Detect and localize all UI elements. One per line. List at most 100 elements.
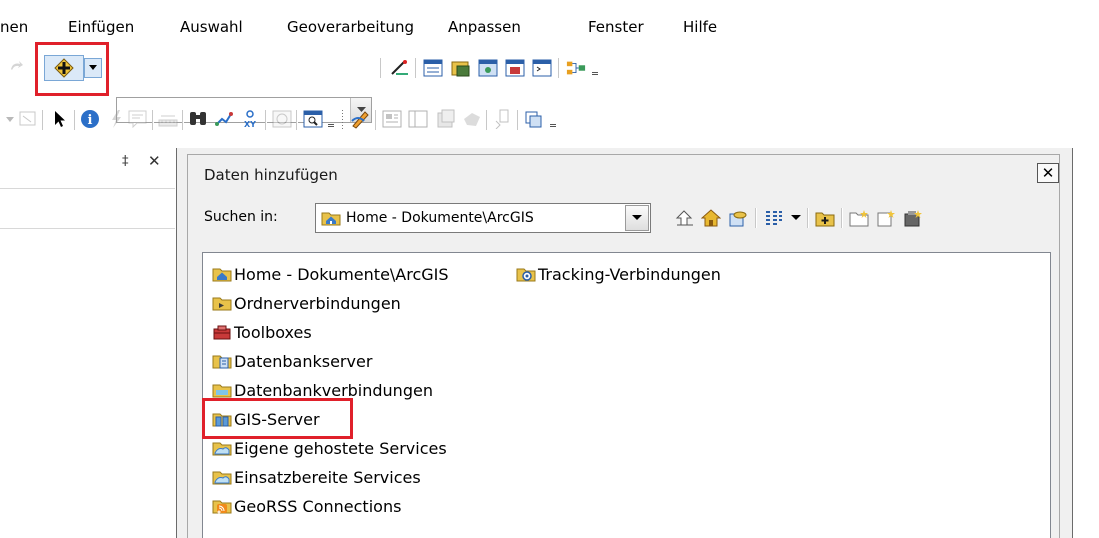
separator [558, 58, 560, 78]
close-icon[interactable]: ✕ [148, 152, 161, 170]
search-in-label: Suchen in: [204, 209, 278, 225]
tools-toolbar: i XY [0, 98, 1099, 148]
toolbar-grip[interactable] [328, 120, 334, 132]
location-combo[interactable]: Home - Dokumente\ArcGIS [315, 203, 651, 233]
select-elements-icon[interactable] [50, 109, 70, 129]
html-popup-icon[interactable] [128, 109, 148, 129]
create-viewer-window-icon[interactable] [303, 109, 323, 129]
list-item-label: Eigene gehostete Services [234, 438, 447, 458]
python-window-icon[interactable] [532, 58, 552, 78]
cut-icon[interactable] [493, 109, 513, 129]
list-item-label: GIS-Server [234, 409, 320, 429]
menu-item-anpassen[interactable]: Anpassen [448, 18, 521, 36]
add-data-dropdown[interactable] [84, 58, 102, 78]
search-window-icon[interactable] [478, 58, 498, 78]
menu-item-hilfe[interactable]: Hilfe [683, 18, 717, 36]
up-one-level-icon[interactable] [673, 207, 695, 229]
catalog-icon[interactable] [451, 58, 471, 78]
chevron-down-icon[interactable] [0, 110, 20, 130]
list-item-label: Tracking-Verbindungen [538, 264, 721, 284]
separator [182, 110, 184, 130]
clear-selection-icon[interactable] [18, 109, 38, 129]
tracking-connection-icon [516, 265, 536, 283]
add-data-dialog: Daten hinzufügen ✕ Suchen in: Home - Dok… [176, 148, 1073, 538]
panel-header: ‡ ✕ [0, 148, 175, 189]
time-slider-icon[interactable] [272, 109, 292, 129]
toolbar-grip[interactable] [550, 120, 556, 132]
separator [486, 110, 488, 130]
new-toolbox-icon[interactable] [902, 207, 924, 229]
hyperlink-icon[interactable] [106, 109, 126, 129]
list-item[interactable]: Datenbankserver [212, 349, 372, 373]
identify-icon[interactable]: i [80, 109, 100, 129]
chevron-down-icon[interactable] [625, 205, 649, 231]
go-to-xy-icon[interactable]: XY [240, 109, 260, 129]
home-folder-icon [321, 210, 341, 230]
list-item[interactable]: Tracking-Verbindungen [516, 262, 721, 286]
ready-services-icon [212, 468, 232, 486]
list-item[interactable]: Ordnerverbindungen [212, 291, 401, 315]
separator [841, 208, 843, 228]
measure-icon[interactable] [158, 109, 178, 129]
georeferencing-icon[interactable] [436, 109, 456, 129]
menu-item-fenster[interactable]: Fenster [588, 18, 644, 36]
database-connections-icon [212, 381, 232, 399]
toolboxes-home-icon[interactable] [727, 207, 749, 229]
list-item[interactable]: GeoRSS Connections [212, 494, 401, 518]
find-icon[interactable] [188, 109, 208, 129]
separator [517, 110, 519, 130]
separator [380, 58, 382, 78]
catalog-list[interactable]: Home - Dokumente\ArcGIS Tracking-Verbind… [202, 252, 1051, 538]
connect-to-folder-icon[interactable] [814, 207, 836, 229]
georss-icon [212, 497, 232, 515]
separator [265, 110, 267, 130]
panel-toolbar [0, 189, 175, 229]
dialog-close-button[interactable]: ✕ [1037, 163, 1059, 183]
menu-item-einfuegen[interactable]: Einfügen [68, 18, 134, 36]
redo-icon[interactable] [6, 56, 26, 76]
location-value: Home - Dokumente\ArcGIS [346, 210, 534, 226]
separator [42, 110, 44, 130]
list-item[interactable]: Einsatzbereite Services [212, 465, 421, 489]
svg-text:i: i [88, 113, 93, 128]
editor-sketch-icon[interactable] [350, 109, 370, 129]
table-of-contents-icon[interactable] [423, 58, 443, 78]
list-item[interactable]: Toolboxes [212, 320, 312, 344]
list-item-label: Toolboxes [234, 322, 312, 342]
toolbar-grip[interactable] [592, 68, 598, 80]
toolbox-icon [212, 323, 232, 341]
find-route-icon[interactable] [214, 109, 234, 129]
list-item-label: Einsatzbereite Services [234, 467, 421, 487]
pin-icon[interactable]: ‡ [122, 154, 129, 169]
add-data-button[interactable] [44, 55, 84, 81]
menu-item-partial[interactable]: nen [0, 18, 28, 36]
menu-item-geoverarbeitung[interactable]: Geoverarbeitung [287, 18, 414, 36]
layout-icon[interactable] [382, 109, 402, 129]
toolbar-handle[interactable] [342, 110, 343, 130]
home-folder-icon [212, 265, 232, 283]
list-item[interactable]: Home - Dokumente\ArcGIS [212, 262, 449, 286]
chevron-down-icon[interactable] [785, 207, 807, 229]
new-folder-icon[interactable] [848, 207, 870, 229]
editor-icon[interactable] [390, 58, 410, 78]
globe-icon[interactable] [462, 109, 482, 129]
separator [74, 110, 76, 130]
list-item-label: Ordnerverbindungen [234, 293, 401, 313]
modelbuilder-icon[interactable] [566, 58, 586, 78]
menu-item-auswahl[interactable]: Auswahl [180, 18, 243, 36]
list-item-label: Datenbankverbindungen [234, 380, 433, 400]
gis-server-icon [212, 410, 232, 428]
list-item-label: Home - Dokumente\ArcGIS [234, 264, 449, 284]
new-database-icon[interactable] [875, 207, 897, 229]
hosted-services-icon [212, 439, 232, 457]
list-item[interactable]: GIS-Server [212, 407, 320, 431]
database-server-icon [212, 352, 232, 370]
list-item[interactable]: Eigene gehostete Services [212, 436, 447, 460]
arctoolbox-icon[interactable] [505, 58, 525, 78]
menu-bar: nen Einfügen Auswahl Geoverarbeitung Anp… [0, 0, 1099, 40]
list-item-label: GeoRSS Connections [234, 496, 402, 516]
list-view-icon[interactable] [763, 207, 785, 229]
data-view-icon[interactable] [408, 109, 428, 129]
home-icon[interactable] [700, 207, 722, 229]
copy-layer-icon[interactable] [524, 109, 544, 129]
